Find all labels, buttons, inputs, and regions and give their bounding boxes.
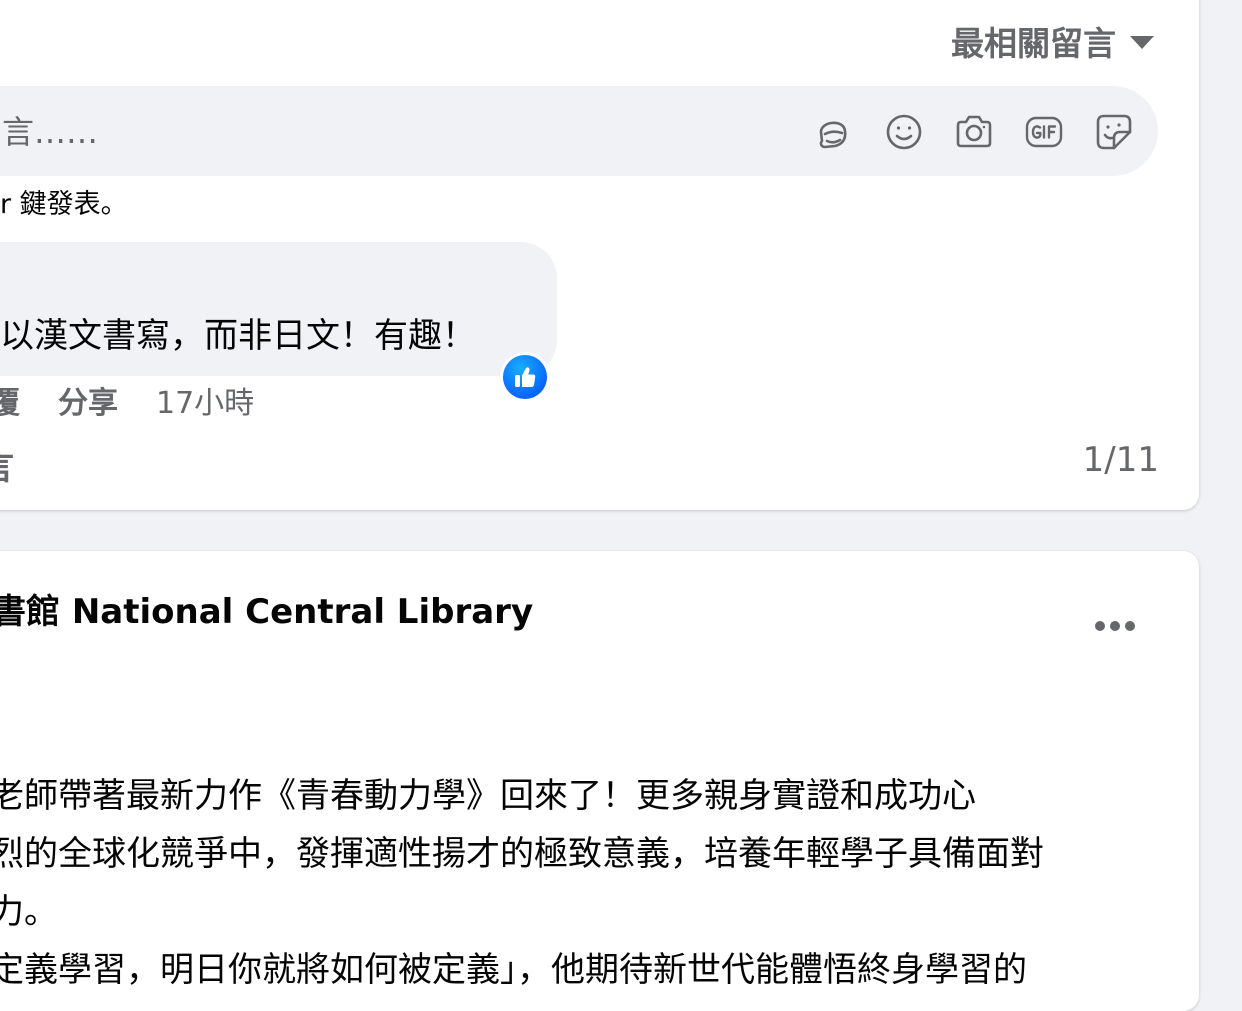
- caret-down-icon: [1130, 35, 1154, 49]
- press-enter-hint: r 鍵發表。: [0, 189, 128, 220]
- post-author-name[interactable]: 書館 National Central Library: [0, 584, 533, 633]
- dot: [1095, 621, 1105, 631]
- camera-icon[interactable]: [954, 112, 994, 152]
- emoji-icon[interactable]: [884, 112, 924, 152]
- like-reaction-badge[interactable]: [500, 352, 550, 402]
- gif-icon[interactable]: [1024, 112, 1064, 152]
- thumbs-up-icon: [503, 355, 547, 399]
- comment-composer[interactable]: [0, 86, 1158, 178]
- post-line: 定義學習，明日你就將如何被定義」，他期待新世代能體悟終身學習的: [0, 950, 1027, 990]
- post-line: 力。: [0, 892, 58, 932]
- comment-text: 以漢文書寫，而非日文！有趣！: [0, 316, 476, 356]
- post-line: 老師帶著最新力作《青春動力學》回來了！更多親身實證和成功心: [0, 776, 976, 816]
- post-body: 老師帶著最新力作《青春動力學》回來了！更多親身實證和成功心 烈的全球化競爭中，發…: [0, 772, 1180, 1004]
- comment-bubble: 以漢文書寫，而非日文！有趣！: [0, 242, 557, 376]
- post-line: 烈的全球化競爭中，發揮適性揚才的極致意義，培養年輕學子具備面對: [0, 834, 1044, 874]
- comment-actions: 覆 分享 17小時: [0, 379, 254, 421]
- sticker-icon[interactable]: [1094, 112, 1134, 152]
- dot: [1125, 621, 1135, 631]
- dot: [1110, 621, 1120, 631]
- share-button[interactable]: 分享: [58, 378, 118, 422]
- sort-label: 最相關留言: [951, 24, 1116, 63]
- sort-comments-dropdown[interactable]: 最相關留言: [951, 20, 1154, 63]
- more-options-icon[interactable]: [1084, 604, 1146, 648]
- comment-timestamp[interactable]: 17小時: [156, 378, 254, 422]
- comment-page-count: 1/11: [1082, 440, 1159, 480]
- view-more-comments-link[interactable]: 言: [0, 440, 14, 489]
- comment-input[interactable]: [0, 86, 704, 178]
- reply-button[interactable]: 覆: [0, 378, 20, 422]
- avatar-sticker-icon[interactable]: [813, 112, 853, 152]
